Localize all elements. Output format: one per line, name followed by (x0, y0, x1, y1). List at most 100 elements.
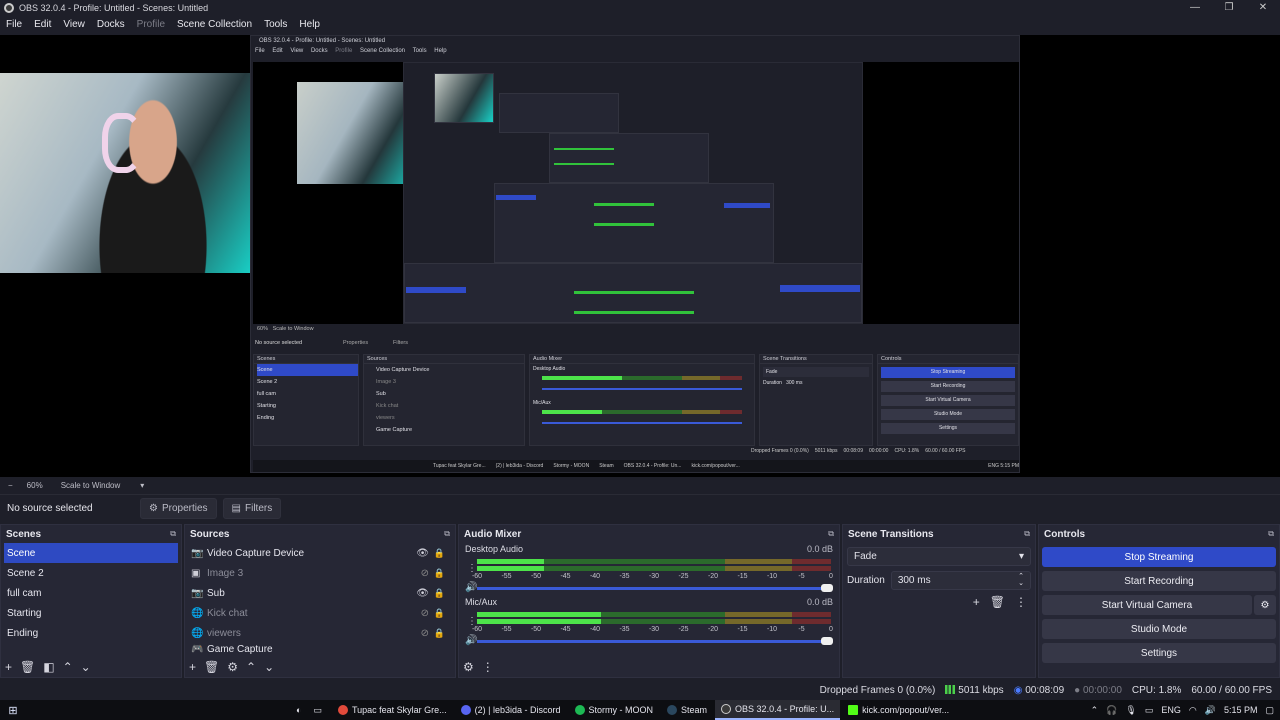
filters-button[interactable]: ▤ Filters (222, 497, 282, 519)
volume-knob[interactable] (821, 584, 833, 592)
move-down-icon[interactable]: ⌄ (264, 660, 274, 674)
nested-scene: Scene 2 (257, 379, 278, 385)
scale-dropdown-icon[interactable]: ▾ (140, 481, 144, 490)
scene-item[interactable]: Ending (1, 623, 181, 643)
scene-item[interactable]: full cam (1, 583, 181, 603)
virtual-camera-settings-icon[interactable]: ⚙ (1254, 595, 1276, 615)
maximize-button[interactable]: ❐ (1212, 0, 1246, 15)
source-item[interactable]: 🎮 Game Capture (185, 643, 455, 655)
lock-icon[interactable]: 🔒 (434, 628, 445, 639)
speaker-icon[interactable]: 🔊 (465, 582, 477, 593)
taskbar-app[interactable]: Stormy - MOON (569, 700, 660, 720)
mixer-settings-icon[interactable]: ⚙ (463, 660, 474, 674)
gear-icon[interactable]: ⚙ (227, 660, 238, 674)
lock-icon[interactable]: 🔒 (434, 608, 445, 619)
eye-icon[interactable]: 👁 (416, 588, 429, 599)
start-virtual-camera-button[interactable]: Start Virtual Camera (1042, 595, 1252, 615)
trash-icon[interactable]: 🗑 (990, 595, 1005, 609)
studio-mode-button[interactable]: Studio Mode (1042, 619, 1276, 639)
properties-button[interactable]: ⚙ Properties (140, 497, 217, 519)
close-button[interactable]: ✕ (1246, 0, 1280, 15)
windows-start-icon[interactable]: ⊞ (0, 704, 26, 717)
lock-icon[interactable]: 🔒 (434, 588, 445, 599)
menu-scene-collection[interactable]: Scene Collection (171, 19, 258, 30)
scene-item[interactable]: Scene (4, 543, 178, 563)
add-source-icon[interactable]: + (189, 660, 196, 674)
menu-view[interactable]: View (57, 19, 91, 30)
undock-icon[interactable]: ⧉ (828, 529, 834, 539)
taskbar-apps: Tupac feat Skylar Gre... (2) | leb3ida -… (332, 700, 957, 720)
move-down-icon[interactable]: ⌄ (81, 660, 91, 674)
spinner-icon[interactable]: ⌃ ⌄ (1018, 573, 1024, 587)
mic-icon[interactable]: 🎙 (1125, 705, 1136, 716)
chevron-up-icon[interactable]: ⌃ (1091, 705, 1099, 716)
duration-spinbox[interactable]: 300 ms ⌃ ⌄ (890, 570, 1031, 590)
source-item[interactable]: 🌐 Kick chat ⊘ 🔒 (185, 603, 455, 623)
preview-canvas[interactable]: OBS 32.0.4 - Profile: Untitled - Scenes:… (0, 35, 1280, 477)
notification-icon[interactable]: ▢ (1265, 705, 1274, 716)
scale-tick-label: -35 (619, 626, 630, 633)
taskbar-app[interactable]: (2) | leb3ida - Discord (455, 700, 567, 720)
menu-tools[interactable]: Tools (258, 19, 293, 30)
scale-tick-label: -60 (471, 573, 483, 580)
speaker-icon[interactable]: 🔊 (465, 635, 477, 646)
source-item[interactable]: ▣ Image 3 ⊘ 🔒 (185, 563, 455, 583)
source-item[interactable]: 📷 Video Capture Device 👁 🔒 (185, 543, 455, 563)
move-up-icon[interactable]: ⌃ (63, 660, 73, 674)
transition-menu-icon[interactable]: ⋮ (1015, 595, 1027, 609)
taskbar-app[interactable]: Steam (661, 700, 713, 720)
eye-hidden-icon[interactable]: ⊘ (421, 568, 429, 579)
transition-select[interactable]: Fade ▾ (847, 547, 1031, 566)
menu-profile[interactable]: Profile (131, 19, 171, 30)
nested-docks: 60% Scale to Window No source selected P… (253, 326, 1019, 456)
scene-item[interactable]: Scene 2 (1, 563, 181, 583)
source-item[interactable]: 🌐 viewers ⊘ 🔒 (185, 623, 455, 643)
battery-icon[interactable]: ▭ (1145, 705, 1154, 716)
trash-icon[interactable]: 🗑 (204, 660, 219, 674)
menu-file[interactable]: File (0, 19, 28, 30)
scale-mode-select[interactable]: Scale to Window (61, 481, 121, 490)
undock-icon[interactable]: ⧉ (444, 529, 450, 539)
move-up-icon[interactable]: ⌃ (246, 660, 256, 674)
menu-docks[interactable]: Docks (91, 19, 131, 30)
menu-edit[interactable]: Edit (28, 19, 57, 30)
nested-source: Image 3 (376, 379, 396, 385)
add-scene-icon[interactable]: + (5, 660, 12, 674)
trash-icon[interactable]: 🗑 (20, 660, 35, 674)
settings-button[interactable]: Settings (1042, 643, 1276, 663)
taskbar-app[interactable]: Tupac feat Skylar Gre... (332, 700, 453, 720)
nested-controls-panel: Controls Stop Streaming Start Recording … (877, 354, 1019, 446)
add-transition-icon[interactable]: + (973, 595, 980, 609)
mixer-menu-icon[interactable]: ⋮ (482, 660, 494, 674)
source-item[interactable]: 📷 Sub 👁 🔒 (185, 583, 455, 603)
zoom-out-button[interactable]: − (8, 481, 13, 490)
filter-icon: ▤ (231, 502, 241, 514)
language-indicator[interactable]: ENG (1161, 705, 1181, 715)
undock-icon[interactable]: ⧉ (170, 529, 176, 539)
lock-icon[interactable]: 🔒 (434, 548, 445, 559)
wifi-icon[interactable]: ◠ (1189, 705, 1197, 716)
lock-icon[interactable]: 🔒 (434, 568, 445, 579)
minimize-button[interactable]: — (1178, 0, 1212, 15)
headphones-icon[interactable]: 🎧 (1106, 705, 1117, 716)
clock[interactable]: 5:15 PM (1224, 705, 1258, 715)
eye-hidden-icon[interactable]: ⊘ (421, 628, 429, 639)
taskbar-app-active[interactable]: OBS 32.0.4 - Profile: U... (715, 700, 841, 720)
scene-filters-icon[interactable]: ◧ (43, 660, 54, 674)
volume-slider[interactable] (477, 584, 833, 592)
edge-icon[interactable]: ◐ (296, 705, 301, 715)
menu-help[interactable]: Help (293, 19, 326, 30)
file-explorer-icon[interactable]: ▭ (313, 705, 322, 716)
undock-icon[interactable]: ⧉ (1268, 529, 1274, 539)
volume-slider[interactable] (477, 637, 833, 645)
volume-icon[interactable]: 🔊 (1205, 705, 1216, 716)
eye-icon[interactable]: 👁 (416, 548, 429, 559)
taskbar-app[interactable]: kick.com/popout/ver... (842, 700, 955, 720)
undock-icon[interactable]: ⧉ (1024, 529, 1030, 539)
eye-hidden-icon[interactable]: ⊘ (421, 608, 429, 619)
volume-knob[interactable] (821, 637, 833, 645)
scene-item[interactable]: Starting (1, 603, 181, 623)
start-recording-button[interactable]: Start Recording (1042, 571, 1276, 591)
stop-streaming-button[interactable]: Stop Streaming (1042, 547, 1276, 567)
taskbar-app-label: (2) | leb3ida - Discord (474, 705, 561, 715)
